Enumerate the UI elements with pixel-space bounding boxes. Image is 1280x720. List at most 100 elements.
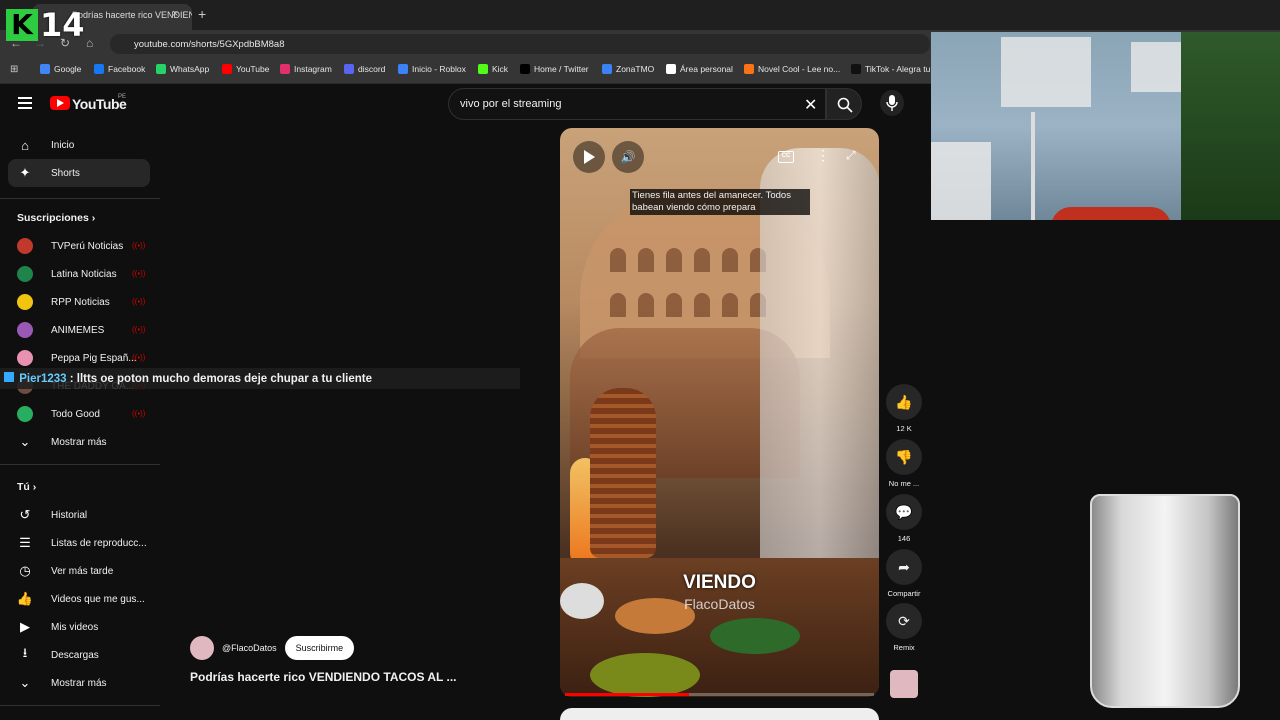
url-field[interactable]: youtube.com/shorts/5GXpdbBM8a8 [110, 34, 930, 54]
live-indicator-icon: ((•)) [132, 353, 146, 362]
bookmark-favicon-icon [398, 64, 408, 74]
thumb-down-icon: 👎 [895, 448, 913, 465]
bowl-image [710, 618, 800, 654]
more-options-icon[interactable]: ⋮ [816, 147, 830, 164]
subscribe-button[interactable]: Suscribirme [284, 636, 355, 660]
bookmark-item[interactable]: WhatsApp [156, 64, 209, 74]
sidebar-item-label: Historial [51, 509, 88, 521]
sidebar-item[interactable]: ◷ Ver más tarde [0, 557, 160, 585]
chevron-down-icon: ⌄ [19, 675, 31, 690]
action-label: 146 [897, 534, 911, 543]
bookmark-favicon-icon [156, 64, 166, 74]
bookmark-item[interactable]: ZonaTMO [602, 64, 654, 74]
volume-icon: 🔊 [620, 150, 636, 164]
progress-fill [565, 693, 689, 696]
channel-avatar-icon [17, 266, 33, 282]
youtube-logo-icon[interactable] [50, 96, 70, 110]
kick-logo-icon: K [6, 9, 38, 41]
box-image [931, 142, 991, 220]
you-heading[interactable]: Tú › [17, 481, 36, 493]
sidebar-item[interactable]: ☰ Listas de reproducc... [0, 529, 160, 557]
glass-overlay-image [1090, 494, 1240, 708]
bookmark-item[interactable]: discord [344, 64, 385, 74]
comment-icon: 💬 [895, 503, 913, 520]
action-share-button[interactable]: ➦ Compartir [886, 549, 922, 598]
action-label: 12 K [896, 424, 912, 433]
sound-thumbnail[interactable] [890, 670, 918, 698]
channel-avatar[interactable] [190, 636, 214, 660]
search-query: vivo por el streaming [460, 98, 562, 110]
action-comment-button[interactable]: 💬 146 [886, 494, 922, 543]
channel-row: @FlacoDatos Suscribirme [190, 636, 355, 660]
apps-icon[interactable]: ⊞ [10, 64, 18, 75]
bookmark-item[interactable]: Home / Twitter [520, 64, 589, 74]
mic-icon [886, 95, 898, 111]
bookmark-label: TikTok - Alegra tu [865, 64, 931, 74]
sidebar-item[interactable]: 👍 Videos que me gus... [0, 585, 160, 613]
christmas-tree-image [1181, 32, 1280, 220]
channel-name[interactable]: @FlacoDatos [222, 643, 277, 653]
like-icon: 👍 [16, 591, 34, 606]
bookmark-label: Novel Cool - Lee no... [758, 64, 841, 74]
bookmark-item[interactable]: Inicio - Roblox [398, 64, 466, 74]
home-browser-icon[interactable]: ⌂ [86, 36, 93, 50]
bookmark-favicon-icon [520, 64, 530, 74]
voice-search-button[interactable] [880, 90, 904, 116]
history-icon: ↺ [19, 507, 31, 522]
bookmark-label: Google [54, 64, 82, 74]
video-icon: ▶ [20, 619, 30, 634]
bookmark-item[interactable]: Instagram [280, 64, 332, 74]
video-watermark: FlacoDatos [684, 596, 755, 612]
sidebar-item[interactable]: ↺ Historial [0, 501, 160, 529]
live-indicator-icon: ((•)) [132, 241, 146, 250]
show-more-button[interactable]: ⌄ Mostrar más [0, 428, 160, 456]
action-thumb-up-button[interactable]: 👍 12 K [886, 384, 922, 433]
clock-icon: ◷ [19, 563, 31, 578]
sidebar-item[interactable]: ▶ Mis videos [0, 613, 160, 641]
share-icon: ➦ [898, 558, 910, 575]
bookmark-favicon-icon [851, 64, 861, 74]
sidebar-item[interactable]: ⭳ Descargas [0, 641, 160, 669]
captions-icon[interactable]: CC [778, 151, 794, 163]
sidebar-item[interactable]: ⌂ Inicio [0, 131, 160, 159]
live-indicator-icon: ((•)) [132, 409, 146, 418]
bookmark-item[interactable]: Kick [478, 64, 508, 74]
fullscreen-icon[interactable]: ⤢ [846, 148, 856, 163]
action-label: Remix [893, 643, 915, 652]
new-tab-button[interactable]: + [198, 6, 206, 22]
action-label: No me ... [888, 479, 920, 488]
sidebar-item[interactable]: ✦ Shorts [8, 159, 150, 187]
next-short-preview[interactable] [560, 708, 879, 720]
sidebar-item-label: Shorts [51, 167, 80, 179]
bookmark-label: WhatsApp [170, 64, 210, 74]
bookmark-item[interactable]: Novel Cool - Lee no... [744, 64, 840, 74]
volume-button[interactable]: 🔊 [612, 141, 644, 173]
action-remix-button[interactable]: ⟳ Remix [886, 603, 922, 652]
close-tab-icon[interactable]: × [172, 8, 178, 20]
search-button[interactable] [826, 88, 862, 120]
bookmark-item[interactable]: YouTube [222, 64, 269, 74]
bookmark-favicon-icon [222, 64, 232, 74]
play-button[interactable] [573, 141, 605, 173]
subscriptions-heading[interactable]: Suscripciones › [17, 212, 95, 224]
video-title[interactable]: Podrías hacerte rico VENDIENDO TACOS AL … [190, 670, 457, 684]
bookmark-favicon-icon [344, 64, 354, 74]
search-input[interactable]: vivo por el streaming [448, 88, 826, 120]
thumb-up-icon: 👍 [895, 393, 913, 410]
trompo-meat-image [590, 388, 656, 558]
bookmark-item[interactable]: TikTok - Alegra tu [851, 64, 930, 74]
bookmark-label: Facebook [108, 64, 146, 74]
bookmark-item[interactable]: Área personal [666, 64, 733, 74]
menu-icon[interactable] [18, 97, 32, 109]
action-thumb-down-button[interactable]: 👎 No me ... [886, 439, 922, 488]
bookmark-item[interactable]: Facebook [94, 64, 145, 74]
stream-number: 14 [40, 6, 85, 44]
chair-image [1051, 207, 1171, 220]
live-indicator-icon: ((•)) [132, 269, 146, 278]
stream-logo: K 14 [6, 6, 85, 44]
show-more-button[interactable]: ⌄ Mostrar más [0, 669, 160, 697]
bookmark-favicon-icon [94, 64, 104, 74]
bookmark-item[interactable]: Google [40, 64, 81, 74]
bookmark-favicon-icon [666, 64, 676, 74]
clear-search-icon[interactable]: ✕ [804, 95, 817, 115]
